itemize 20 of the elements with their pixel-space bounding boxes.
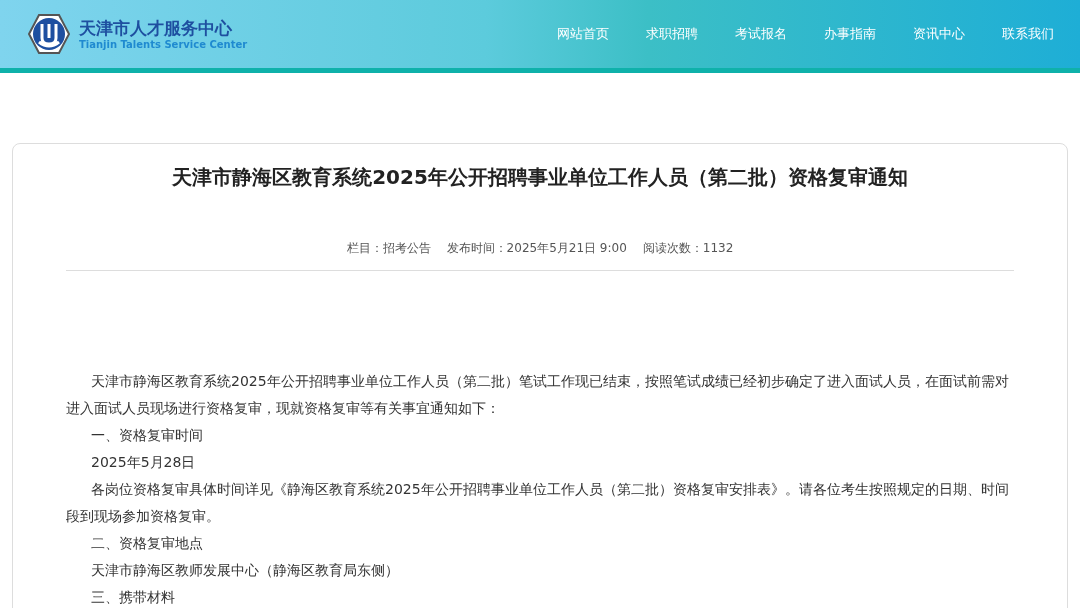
logo-icon [27,12,71,56]
article-paragraph: 一、资格复审时间 [90,426,204,445]
article-paragraph: 天津市静海区教育系统2025年公开招聘事业单位工作人员（第二批）笔试工作现已结束，按照笔试成绩已经初步确定了进入面试人员，在面试前需对进入面试人员现场进行资格复审，现就资格复审等有关事宜通知如下： [66,372,1010,418]
article-paragraph: 三、携带材料 [90,588,176,607]
nav-link[interactable]: 联系我们 [990,21,1066,47]
article-meta: 栏目：招考公告 [346,240,431,257]
article-paragraph: 二、资格复审地点 [90,534,204,553]
site-title: 天津市人才服务中心 [79,17,233,38]
article-meta: 发布时间：2025年5月21日 9:00 [446,240,627,257]
site-subtitle: Tianjin Talents Service Center [79,37,248,51]
article-title: 天津市静海区教育系统2025年公开招聘事业单位工作人员（第二批）资格复审通知 [171,164,909,191]
article-paragraph: 各岗位资格复审具体时间详见《静海区教育系统2025年公开招聘事业单位工作人员（第二批）资格复审安排表》。请各位考生按照规定的日期、时间段到现场参加资格复审。 [66,480,1010,526]
article-meta: 阅读次数：1132 [642,240,734,257]
nav-link[interactable]: 考试报名 [723,21,799,47]
nav-link[interactable]: 网站首页 [545,21,621,47]
nav-link[interactable]: 办事指南 [812,21,888,47]
nav-link[interactable]: 资讯中心 [901,21,977,47]
article-paragraph: 天津市静海区教师发展中心（静海区教育局东侧） [90,561,400,580]
nav-link[interactable]: 求职招聘 [634,21,710,47]
article-paragraph: 2025年5月28日 [90,453,197,472]
